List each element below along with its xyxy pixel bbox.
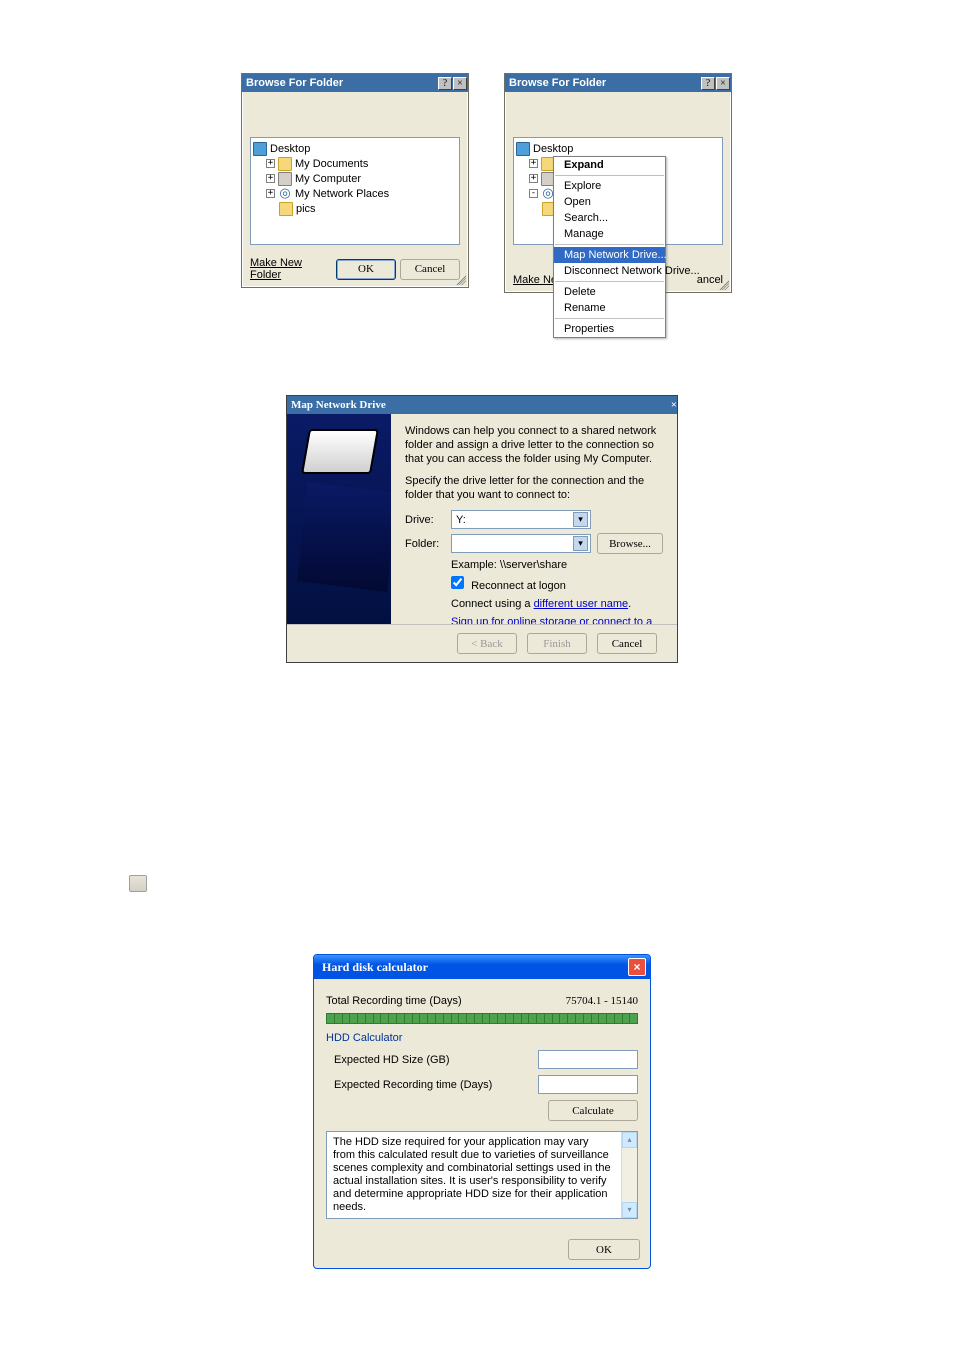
folder-icon [279,202,293,216]
hdd-calculator-section: HDD Calculator [326,1032,638,1044]
folder-label: Folder: [405,537,451,551]
map-network-drive-dialog: Map Network Drive × Windows can help you… [286,395,678,663]
different-user-link[interactable]: different user name [534,598,629,610]
computer-icon [278,172,292,186]
scroll-up-icon[interactable]: ▴ [622,1132,637,1148]
network-icon: ◎ [278,187,292,201]
menu-item-delete[interactable]: Delete [554,284,665,300]
ok-button[interactable]: OK [568,1239,640,1260]
tree-label: pics [296,203,316,215]
make-new-folder-link[interactable]: Make New Folder [250,257,332,281]
help-button[interactable]: ? [701,77,715,90]
tree-row-desktop[interactable]: Desktop [516,141,720,156]
browse-for-folder-dialog-2: Browse For Folder ? × Desktop + My Docum… [504,73,732,293]
expand-icon[interactable]: + [529,174,538,183]
collapse-icon[interactable]: - [529,189,538,198]
dialog-title: Map Network Drive [291,396,386,414]
tree-label: My Computer [295,173,361,185]
reconnect-label: Reconnect at logon [471,580,566,592]
calculate-button[interactable]: Calculate [548,1100,638,1121]
desktop-icon [516,142,530,156]
finish-button: Finish [527,633,587,654]
tree-row-my-network-places[interactable]: + ◎ My Network Places [253,186,457,201]
help-button[interactable]: ? [438,77,452,90]
menu-item-map-network-drive[interactable]: Map Network Drive... [554,247,665,263]
expected-recording-time-label: Expected Recording time (Days) [334,1079,492,1091]
close-button[interactable]: × [671,396,677,414]
drive-combobox[interactable]: Y: ▾ [451,510,591,529]
connect-using-post: . [628,598,631,610]
hard-disk-calculator-dialog: Hard disk calculator × Total Recording t… [313,954,651,1269]
menu-item-disconnect-network-drive[interactable]: Disconnect Network Drive... [554,263,665,279]
dialog-titlebar[interactable]: Hard disk calculator × [314,955,650,979]
disclaimer-textarea: The HDD size required for your applicati… [326,1131,638,1219]
menu-item-open[interactable]: Open [554,194,665,210]
browse-button[interactable]: Browse... [597,533,663,554]
tree-label: My Network Places [295,188,389,200]
cancel-button[interactable]: Cancel [400,259,460,280]
tree-row-my-documents[interactable]: + My Documents [253,156,457,171]
close-button[interactable]: × [628,958,646,976]
dialog-title: Hard disk calculator [322,955,428,979]
folder-combobox[interactable]: ▾ [451,534,591,553]
browse-for-folder-dialog-1: Browse For Folder ? × Desktop + My Docum… [241,73,469,288]
tree-label: Desktop [270,143,310,155]
menu-item-rename[interactable]: Rename [554,300,665,316]
scroll-down-icon[interactable]: ▾ [622,1202,637,1218]
resize-grip[interactable] [454,273,466,285]
expand-icon[interactable]: + [266,189,275,198]
context-menu[interactable]: Expand Explore Open Search... Manage Map… [553,156,666,338]
expand-icon[interactable]: + [266,174,275,183]
tree-label: Desktop [533,143,573,155]
menu-item-expand[interactable]: Expand [554,157,665,173]
close-button[interactable]: × [453,77,467,90]
tree-row-pics[interactable]: pics [253,201,457,216]
menu-item-manage[interactable]: Manage [554,226,665,242]
system-tray-icon[interactable] [129,875,147,892]
cancel-button[interactable]: Cancel [597,633,657,654]
dialog-title: Browse For Folder [246,77,343,89]
total-recording-time-value: 75704.1 - 15140 [566,995,638,1007]
connect-using-pre: Connect using a [451,598,534,610]
expected-recording-time-input[interactable] [538,1075,638,1094]
dialog-title: Browse For Folder [509,77,606,89]
expected-hd-size-input[interactable] [538,1050,638,1069]
menu-item-search[interactable]: Search... [554,210,665,226]
progress-bar [326,1013,638,1024]
scrollbar[interactable]: ▴ ▾ [621,1132,637,1218]
dialog-titlebar[interactable]: Browse For Folder ? × [505,74,731,92]
resize-grip[interactable] [717,278,729,290]
back-button: < Back [457,633,517,654]
drive-icon [301,429,379,474]
total-recording-time-label: Total Recording time (Days) [326,995,462,1007]
chevron-down-icon[interactable]: ▾ [573,536,588,551]
folder-tree[interactable]: Desktop + My Documents + My Computer + ◎… [250,137,460,245]
intro-text-1: Windows can help you connect to a shared… [405,424,663,466]
menu-item-explore[interactable]: Explore [554,178,665,194]
wizard-graphic [287,414,391,627]
expand-icon[interactable]: + [266,159,275,168]
desktop-icon [253,142,267,156]
drive-label: Drive: [405,513,451,527]
tree-label: My Documents [295,158,368,170]
ok-button[interactable]: OK [336,259,396,280]
expected-hd-size-label: Expected HD Size (GB) [334,1054,450,1066]
folder-icon [278,157,292,171]
example-text: Example: \\server\share [451,558,663,572]
reconnect-checkbox[interactable] [451,576,464,589]
disclaimer-text: The HDD size required for your applicati… [333,1136,631,1214]
drive-shadow-icon [297,482,391,592]
dialog-titlebar[interactable]: Map Network Drive × [287,396,677,414]
tree-row-desktop[interactable]: Desktop [253,141,457,156]
close-button[interactable]: × [716,77,730,90]
expand-icon[interactable]: + [529,159,538,168]
dialog-titlebar[interactable]: Browse For Folder ? × [242,74,468,92]
drive-value: Y: [456,513,466,527]
chevron-down-icon[interactable]: ▾ [573,512,588,527]
intro-text-2: Specify the drive letter for the connect… [405,474,663,502]
menu-item-properties[interactable]: Properties [554,321,665,337]
